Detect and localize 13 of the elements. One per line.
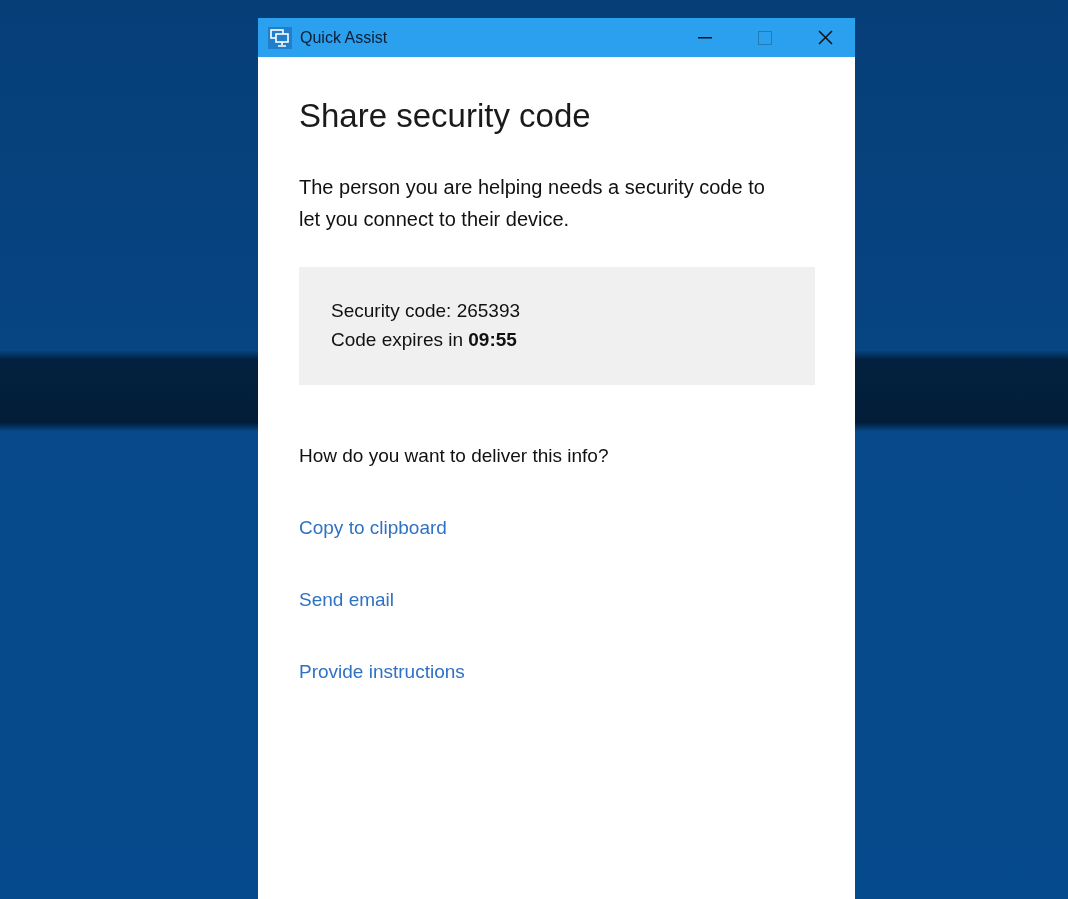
delivery-link[interactable]: Provide instructions xyxy=(299,661,465,683)
maximize-icon xyxy=(758,30,772,45)
monitors-icon xyxy=(268,26,292,49)
page-heading: Share security code xyxy=(299,97,591,135)
delivery-link[interactable]: Copy to clipboard xyxy=(299,517,447,539)
window-title: Quick Assist xyxy=(300,28,389,47)
close-icon xyxy=(817,30,833,45)
delivery-link[interactable]: Send email xyxy=(299,589,395,611)
code-info-text: Security code: 265393 xyxy=(331,299,522,323)
code-info-text: Code expires in 09:55 xyxy=(331,328,518,352)
question-text: How do you want to deliver this info? xyxy=(299,445,609,467)
minimize-icon xyxy=(698,36,712,39)
description-text: The person you are helping needs a security code to let you connect to their device. xyxy=(299,175,766,232)
